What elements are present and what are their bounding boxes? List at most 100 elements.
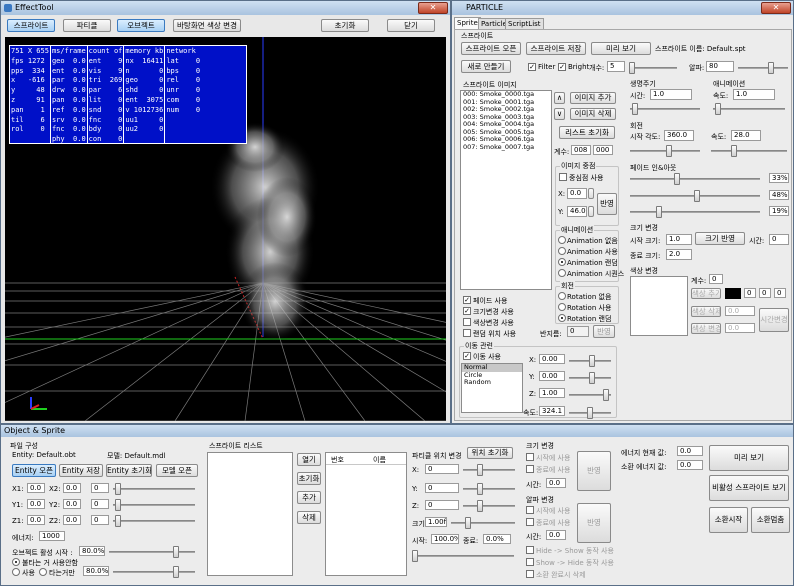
pos-y-thumb[interactable] bbox=[477, 483, 483, 495]
object-sprite-titlebar[interactable]: Object & Sprite bbox=[1, 425, 793, 437]
life-time-slider[interactable] bbox=[630, 103, 700, 115]
new-sprite-button[interactable]: 새로 만들기 bbox=[461, 60, 511, 73]
sprite-add-button[interactable]: 추가 bbox=[297, 491, 321, 504]
y1-field[interactable]: 0.0 bbox=[27, 499, 45, 509]
z3-field[interactable]: 0 bbox=[91, 515, 109, 525]
move-x-slider[interactable] bbox=[569, 355, 611, 367]
color-count-field[interactable]: 0 bbox=[709, 274, 723, 284]
bright-checkbox[interactable]: ✓ bbox=[558, 63, 566, 71]
rot-use-radio[interactable] bbox=[558, 303, 566, 311]
pos-x-slider[interactable] bbox=[463, 464, 515, 476]
y-slider[interactable] bbox=[113, 499, 195, 511]
rot-random-radio[interactable] bbox=[558, 314, 566, 322]
life-time-thumb[interactable] bbox=[632, 103, 638, 115]
sprite-reset-button[interactable]: 초기화 bbox=[297, 472, 321, 485]
move-up-button[interactable]: ∧ bbox=[554, 92, 565, 104]
anim-use-radio[interactable] bbox=[558, 247, 566, 255]
move-y-slider[interactable] bbox=[569, 372, 611, 384]
fade-thumb-1[interactable] bbox=[674, 173, 680, 185]
move-speed-slider[interactable] bbox=[569, 407, 611, 419]
reset-button[interactable]: 초기화 bbox=[321, 19, 369, 32]
size-use-checkbox[interactable]: ✓ bbox=[463, 307, 471, 315]
fade-use-checkbox[interactable]: ✓ bbox=[463, 296, 471, 304]
pos-z-slider[interactable] bbox=[463, 500, 515, 512]
delete-image-button[interactable]: 이미지 삭제 bbox=[570, 108, 616, 120]
pos-reset-button[interactable]: 위치 초기화 bbox=[467, 447, 513, 459]
burn-pct-field[interactable]: 80.0% bbox=[83, 566, 109, 576]
rot-speed-slider[interactable] bbox=[711, 145, 787, 157]
x-slider-thumb[interactable] bbox=[115, 483, 121, 495]
close-icon[interactable]: ✕ bbox=[761, 2, 791, 14]
filter-checkbox[interactable]: ✓ bbox=[528, 63, 536, 71]
summon-stop-button[interactable]: 소환멈춤 bbox=[751, 507, 790, 533]
anim-none-radio[interactable] bbox=[558, 236, 566, 244]
alpha-start-checkbox[interactable] bbox=[526, 506, 534, 514]
random-pos-checkbox[interactable] bbox=[463, 329, 471, 337]
show-hide-checkbox[interactable] bbox=[526, 558, 534, 566]
center-y-spin[interactable] bbox=[588, 206, 594, 217]
color-value-2[interactable]: 0.0 bbox=[725, 306, 755, 316]
hide-show-checkbox[interactable] bbox=[526, 546, 534, 554]
fade-slider-2[interactable] bbox=[630, 190, 760, 202]
rot-start-thumb[interactable] bbox=[666, 145, 672, 157]
anim2-speed-field[interactable]: 1.0 bbox=[733, 89, 775, 100]
pos-z-field[interactable]: 0 bbox=[425, 500, 459, 510]
sprite-list[interactable] bbox=[207, 452, 293, 576]
list-item[interactable]: Random bbox=[462, 378, 522, 387]
start-thumb[interactable] bbox=[412, 550, 418, 562]
fade-slider-1[interactable] bbox=[630, 173, 760, 185]
move-z-thumb[interactable] bbox=[603, 389, 609, 401]
color-list[interactable] bbox=[630, 276, 688, 336]
pos-x-thumb[interactable] bbox=[477, 464, 483, 476]
size-start-checkbox[interactable] bbox=[526, 453, 534, 461]
z2-field[interactable]: 0.0 bbox=[63, 515, 81, 525]
rot-speed-thumb[interactable] bbox=[731, 145, 737, 157]
pos-y-field[interactable]: 0 bbox=[425, 483, 459, 493]
z1-field[interactable]: 0.0 bbox=[27, 515, 45, 525]
sprite-table[interactable] bbox=[325, 452, 407, 576]
move-z-slider[interactable] bbox=[569, 389, 611, 401]
alpha-slider[interactable] bbox=[738, 62, 788, 74]
tab-scriptlist[interactable]: ScriptList bbox=[505, 18, 544, 29]
anim-sequence-radio[interactable] bbox=[558, 269, 566, 277]
energy-now-field[interactable]: 0.0 bbox=[677, 446, 703, 456]
list-reset-button[interactable]: 리스트 초기화 bbox=[559, 126, 615, 139]
alpha-field[interactable]: 80 bbox=[706, 61, 734, 72]
size-end-checkbox[interactable] bbox=[526, 465, 534, 473]
x-slider[interactable] bbox=[113, 483, 195, 495]
life-time-field[interactable]: 1.0 bbox=[650, 89, 692, 100]
count2-field-b[interactable]: 000 bbox=[593, 145, 613, 155]
rot-speed-field[interactable]: 28.0 bbox=[731, 130, 761, 141]
sprite-open-button[interactable]: 열기 bbox=[297, 453, 321, 466]
size-slider[interactable] bbox=[451, 517, 515, 529]
fade-thumb-3[interactable] bbox=[656, 206, 662, 218]
move-x-thumb[interactable] bbox=[589, 355, 595, 367]
start-field[interactable]: 100.0% bbox=[431, 534, 459, 544]
list-item[interactable]: 007: Smoke_0007.tga bbox=[461, 143, 551, 152]
center-x-spin[interactable] bbox=[588, 188, 594, 199]
color-edit-button[interactable]: 색상 변경 bbox=[691, 323, 721, 334]
bg-color-button[interactable]: 바탕화면 색상 변경 bbox=[173, 19, 241, 32]
color-b-field[interactable]: 0 bbox=[774, 288, 786, 298]
move-down-button[interactable]: ∨ bbox=[554, 108, 565, 120]
count-slider-thumb[interactable] bbox=[629, 62, 635, 74]
summon-energy-field[interactable]: 0.0 bbox=[677, 460, 703, 470]
sprite-button[interactable]: 스프라이트 bbox=[7, 19, 55, 32]
move-z-field[interactable]: 1.00 bbox=[539, 388, 565, 398]
obj-active-field[interactable]: 80.0% bbox=[79, 546, 105, 556]
size-field[interactable]: 1.00f bbox=[425, 517, 447, 527]
y-slider-thumb[interactable] bbox=[115, 499, 121, 511]
rot-start-field[interactable]: 360.0 bbox=[664, 130, 694, 141]
color-r-field[interactable]: 0 bbox=[744, 288, 756, 298]
pos-x-field[interactable]: 0 bbox=[425, 464, 459, 474]
close-button[interactable]: 닫기 bbox=[387, 19, 435, 32]
obj-active-thumb[interactable] bbox=[173, 546, 179, 558]
remove-on-end-checkbox[interactable] bbox=[526, 570, 534, 578]
center-apply-button[interactable]: 반영 bbox=[597, 193, 617, 215]
anim2-speed-slider[interactable] bbox=[713, 103, 785, 115]
rot-start-slider[interactable] bbox=[630, 145, 700, 157]
anim2-speed-thumb[interactable] bbox=[715, 103, 721, 115]
size-start-field[interactable]: 1.0 bbox=[666, 234, 692, 245]
summon-start-button[interactable]: 소환시작 bbox=[709, 507, 748, 533]
fade-thumb-2[interactable] bbox=[694, 190, 700, 202]
